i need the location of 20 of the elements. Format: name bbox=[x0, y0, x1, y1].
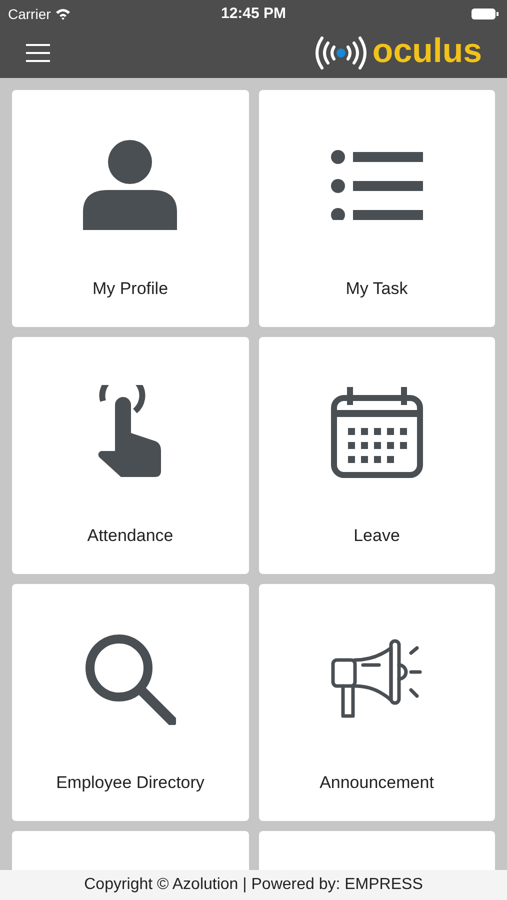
person-icon bbox=[83, 140, 178, 230]
logo-text: oculus bbox=[372, 34, 482, 68]
wifi-icon bbox=[54, 8, 71, 20]
status-time: 12:45 PM bbox=[220, 4, 286, 24]
menu-tile[interactable]: Attendance bbox=[12, 337, 248, 574]
menu-tile[interactable]: Announcement bbox=[258, 584, 495, 821]
carrier-label: Carrier bbox=[8, 4, 51, 24]
menu-icon[interactable] bbox=[26, 44, 50, 62]
menu-tile[interactable]: Employee Directory bbox=[12, 584, 248, 821]
battery-icon bbox=[471, 8, 499, 20]
search-icon bbox=[84, 632, 176, 725]
megaphone-icon bbox=[330, 638, 423, 720]
menu-tile[interactable]: Leave bbox=[258, 337, 495, 574]
finger-tap-icon bbox=[97, 384, 164, 479]
copyright-text: Copyright © Azolution | Powered by: EMPRESS bbox=[84, 875, 423, 895]
list-icon bbox=[330, 150, 423, 220]
menu-tile[interactable]: My Profile bbox=[12, 90, 248, 327]
calendar-icon bbox=[330, 386, 423, 478]
menu-tile[interactable]: My Task bbox=[258, 90, 495, 327]
signal-logo-icon bbox=[314, 35, 368, 71]
